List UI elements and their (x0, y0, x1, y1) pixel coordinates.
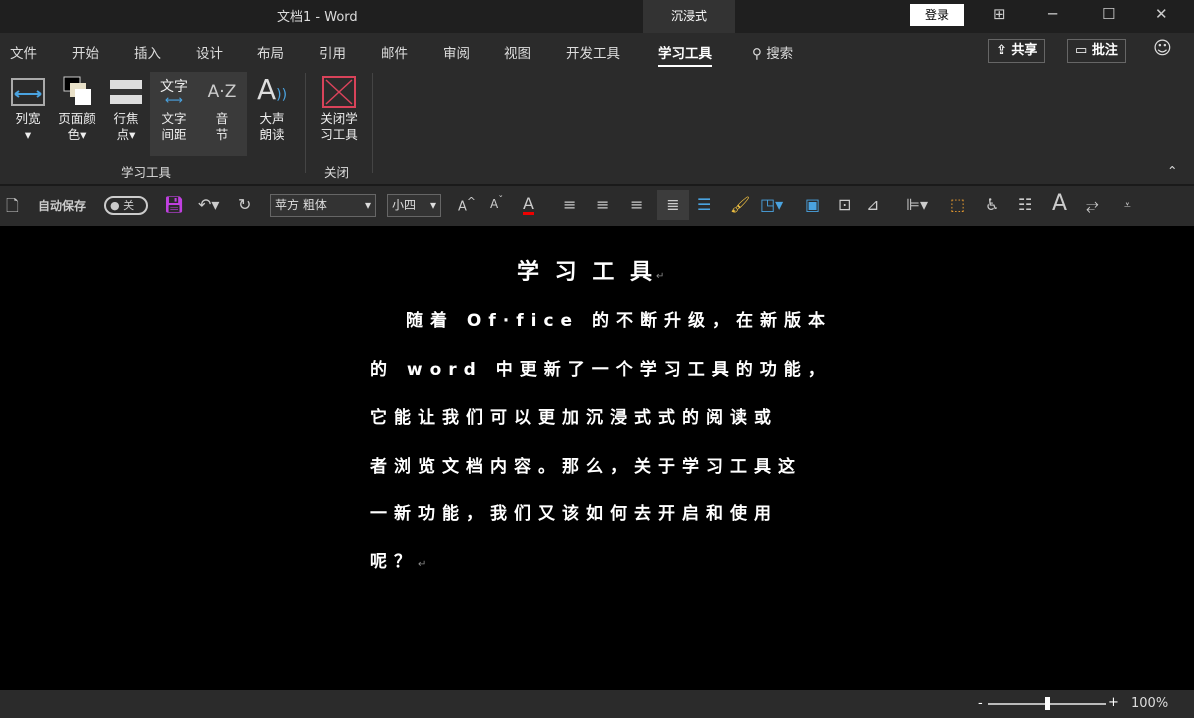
group-label-learning-tools: 学习工具 (121, 165, 172, 180)
line-focus-button[interactable]: 行焦 点▾ (106, 73, 146, 143)
picture-icon[interactable]: ⊡ (838, 195, 851, 214)
align-left-icon[interactable]: ≡ (563, 195, 576, 214)
zoom-level[interactable]: 100% (1131, 696, 1168, 711)
tab-mailings[interactable]: 邮件 (381, 42, 408, 62)
tab-references[interactable]: 引用 (319, 42, 346, 62)
paragraph-line: 的 word 中更新了一个学习工具的功能， (370, 360, 832, 380)
redo-icon[interactable]: ↻ (238, 195, 251, 214)
title-bar: 文档1 - Word 沉浸式 登录 ⊞ ─ ☐ ✕ (0, 0, 1194, 33)
align-center-icon[interactable]: ≡ (596, 195, 609, 214)
page-color-icon (63, 76, 91, 105)
paragraph-line: 它能让我们可以更加沉浸式式的阅读或 (370, 408, 778, 428)
align-right-icon[interactable]: ≡ (630, 195, 643, 214)
group-label-close: 关闭 (324, 165, 350, 180)
page-color-button[interactable]: 页面颜 色▾ (52, 73, 102, 143)
tab-file[interactable]: 文件 (10, 42, 37, 62)
tab-design[interactable]: 设计 (196, 42, 223, 62)
syllables-button[interactable]: A·Z 音节 (202, 73, 242, 143)
format-painter-icon[interactable]: 🖌︎ (730, 195, 750, 214)
divider (372, 73, 373, 173)
immersive-label: 沉浸式 (643, 0, 735, 33)
styles-icon[interactable]: A (1052, 191, 1067, 216)
grow-font-icon[interactable]: A^ (458, 195, 476, 214)
close-x-icon (322, 76, 356, 108)
status-bar: - + 100% (0, 690, 1194, 718)
quick-access-toolbar: 🗋 自动保存 ● 关 💾︎ ↶▾ ↻ 苹方 粗体 ▾ 小四 ▾ A^ Aˇ A ≡ … (0, 184, 1194, 226)
paragraph-line: 一新功能，我们又该如何去开启和使用 (370, 504, 778, 524)
search-icon: ⚲ (752, 46, 762, 62)
share-button[interactable]: ⇪ 共享 (988, 39, 1046, 63)
column-width-button[interactable]: 列宽 ▾ (8, 73, 48, 143)
zoom-out-button[interactable]: - (978, 696, 983, 711)
minimize-button[interactable]: ─ (1048, 5, 1057, 23)
tab-layout[interactable]: 布局 (257, 42, 284, 62)
close-button[interactable]: ✕ (1155, 5, 1168, 23)
customize-toolbar-icon[interactable]: ⩡ (1124, 198, 1131, 213)
text-spacing-button[interactable]: 文字 ⟷ 文字 间距 (154, 73, 194, 143)
ribbon: 列宽 ▾ 页面颜 色▾ 行焦 点▾ 文字 ⟷ 文字 间距 A·Z 音节 A)) 大声 朗读 关闭学… (0, 67, 1194, 184)
read-aloud-button[interactable]: A)) 大声 朗读 (252, 73, 292, 143)
collapse-ribbon-icon[interactable]: ⌃ (1167, 163, 1177, 178)
layout-icon[interactable]: ⊞ (993, 5, 1006, 23)
document-heading: 学 习 工 具↵ (517, 260, 669, 285)
tab-insert[interactable]: 插入 (134, 42, 161, 62)
align-objects-icon[interactable]: ⊫▾ (906, 195, 928, 214)
smiley-icon[interactable]: ☺ (1153, 38, 1172, 59)
textbox-icon[interactable]: ▣ (805, 195, 820, 214)
new-document-icon[interactable]: 🗋 (6, 195, 19, 222)
justify-icon[interactable]: ≣ (657, 190, 689, 220)
tab-view[interactable]: 视图 (504, 42, 531, 62)
autosave-toggle[interactable]: ● 关 (104, 196, 148, 215)
tab-home[interactable]: 开始 (72, 42, 99, 62)
window-title: 文档1 - Word (277, 10, 358, 25)
tab-developer[interactable]: 开发工具 (566, 42, 620, 62)
tab-review[interactable]: 审阅 (443, 42, 470, 62)
close-learning-tools-button[interactable]: 关闭学 习工具 (316, 73, 362, 143)
zoom-in-button[interactable]: + (1108, 695, 1119, 710)
read-aloud-icon: A)) (256, 72, 288, 106)
shapes-icon[interactable]: ◳▾ (760, 195, 783, 214)
maximize-button[interactable]: ☐ (1102, 5, 1115, 23)
comment-button[interactable]: ▭ 批注 (1067, 39, 1126, 63)
paragraph-line: 随着 Of·fice 的不断升级，在新版本 (406, 311, 832, 331)
save-icon[interactable]: 💾︎ (164, 195, 184, 214)
login-button[interactable]: 登录 (910, 4, 964, 26)
font-size-select[interactable]: 小四 ▾ (387, 194, 441, 217)
ribbon-tabs: 文件 开始 插入 设计 布局 引用 邮件 审阅 视图 开发工具 学习工具 ⚲ 搜… (0, 33, 1194, 67)
syllables-icon: A·Z (207, 82, 237, 102)
undo-icon[interactable]: ↶▾ (198, 195, 219, 214)
column-width-icon (11, 78, 45, 106)
paragraph-line: 者浏览文档内容。那么，关于学习工具这 (370, 457, 802, 477)
paragraph-line: 呢？↵ (370, 552, 434, 572)
shrink-font-icon[interactable]: Aˇ (490, 195, 503, 211)
zoom-slider-thumb[interactable] (1045, 697, 1050, 710)
divider (305, 73, 306, 173)
rotate-icon[interactable]: ⊿ (866, 195, 879, 214)
distributed-icon[interactable]: ☰ (697, 195, 711, 214)
wrap-text-icon[interactable]: ⥂ (1086, 195, 1099, 215)
autosave-label: 自动保存 (38, 199, 87, 213)
font-family-select[interactable]: 苹方 粗体 ▾ (270, 194, 376, 217)
accessibility-icon[interactable]: ♿︎ (985, 195, 999, 214)
font-color-icon[interactable]: A (523, 195, 534, 215)
search-box[interactable]: ⚲ 搜索 (752, 42, 793, 62)
select-icon[interactable]: ⬚ (950, 195, 965, 214)
line-spacing-icon[interactable]: ☷ (1018, 195, 1032, 214)
document-area[interactable]: 学 习 工 具↵ 随着 Of·fice 的不断升级，在新版本 的 word 中更… (0, 226, 1194, 690)
line-focus-icon (110, 80, 142, 104)
tab-learning-tools[interactable]: 学习工具 (658, 42, 712, 67)
